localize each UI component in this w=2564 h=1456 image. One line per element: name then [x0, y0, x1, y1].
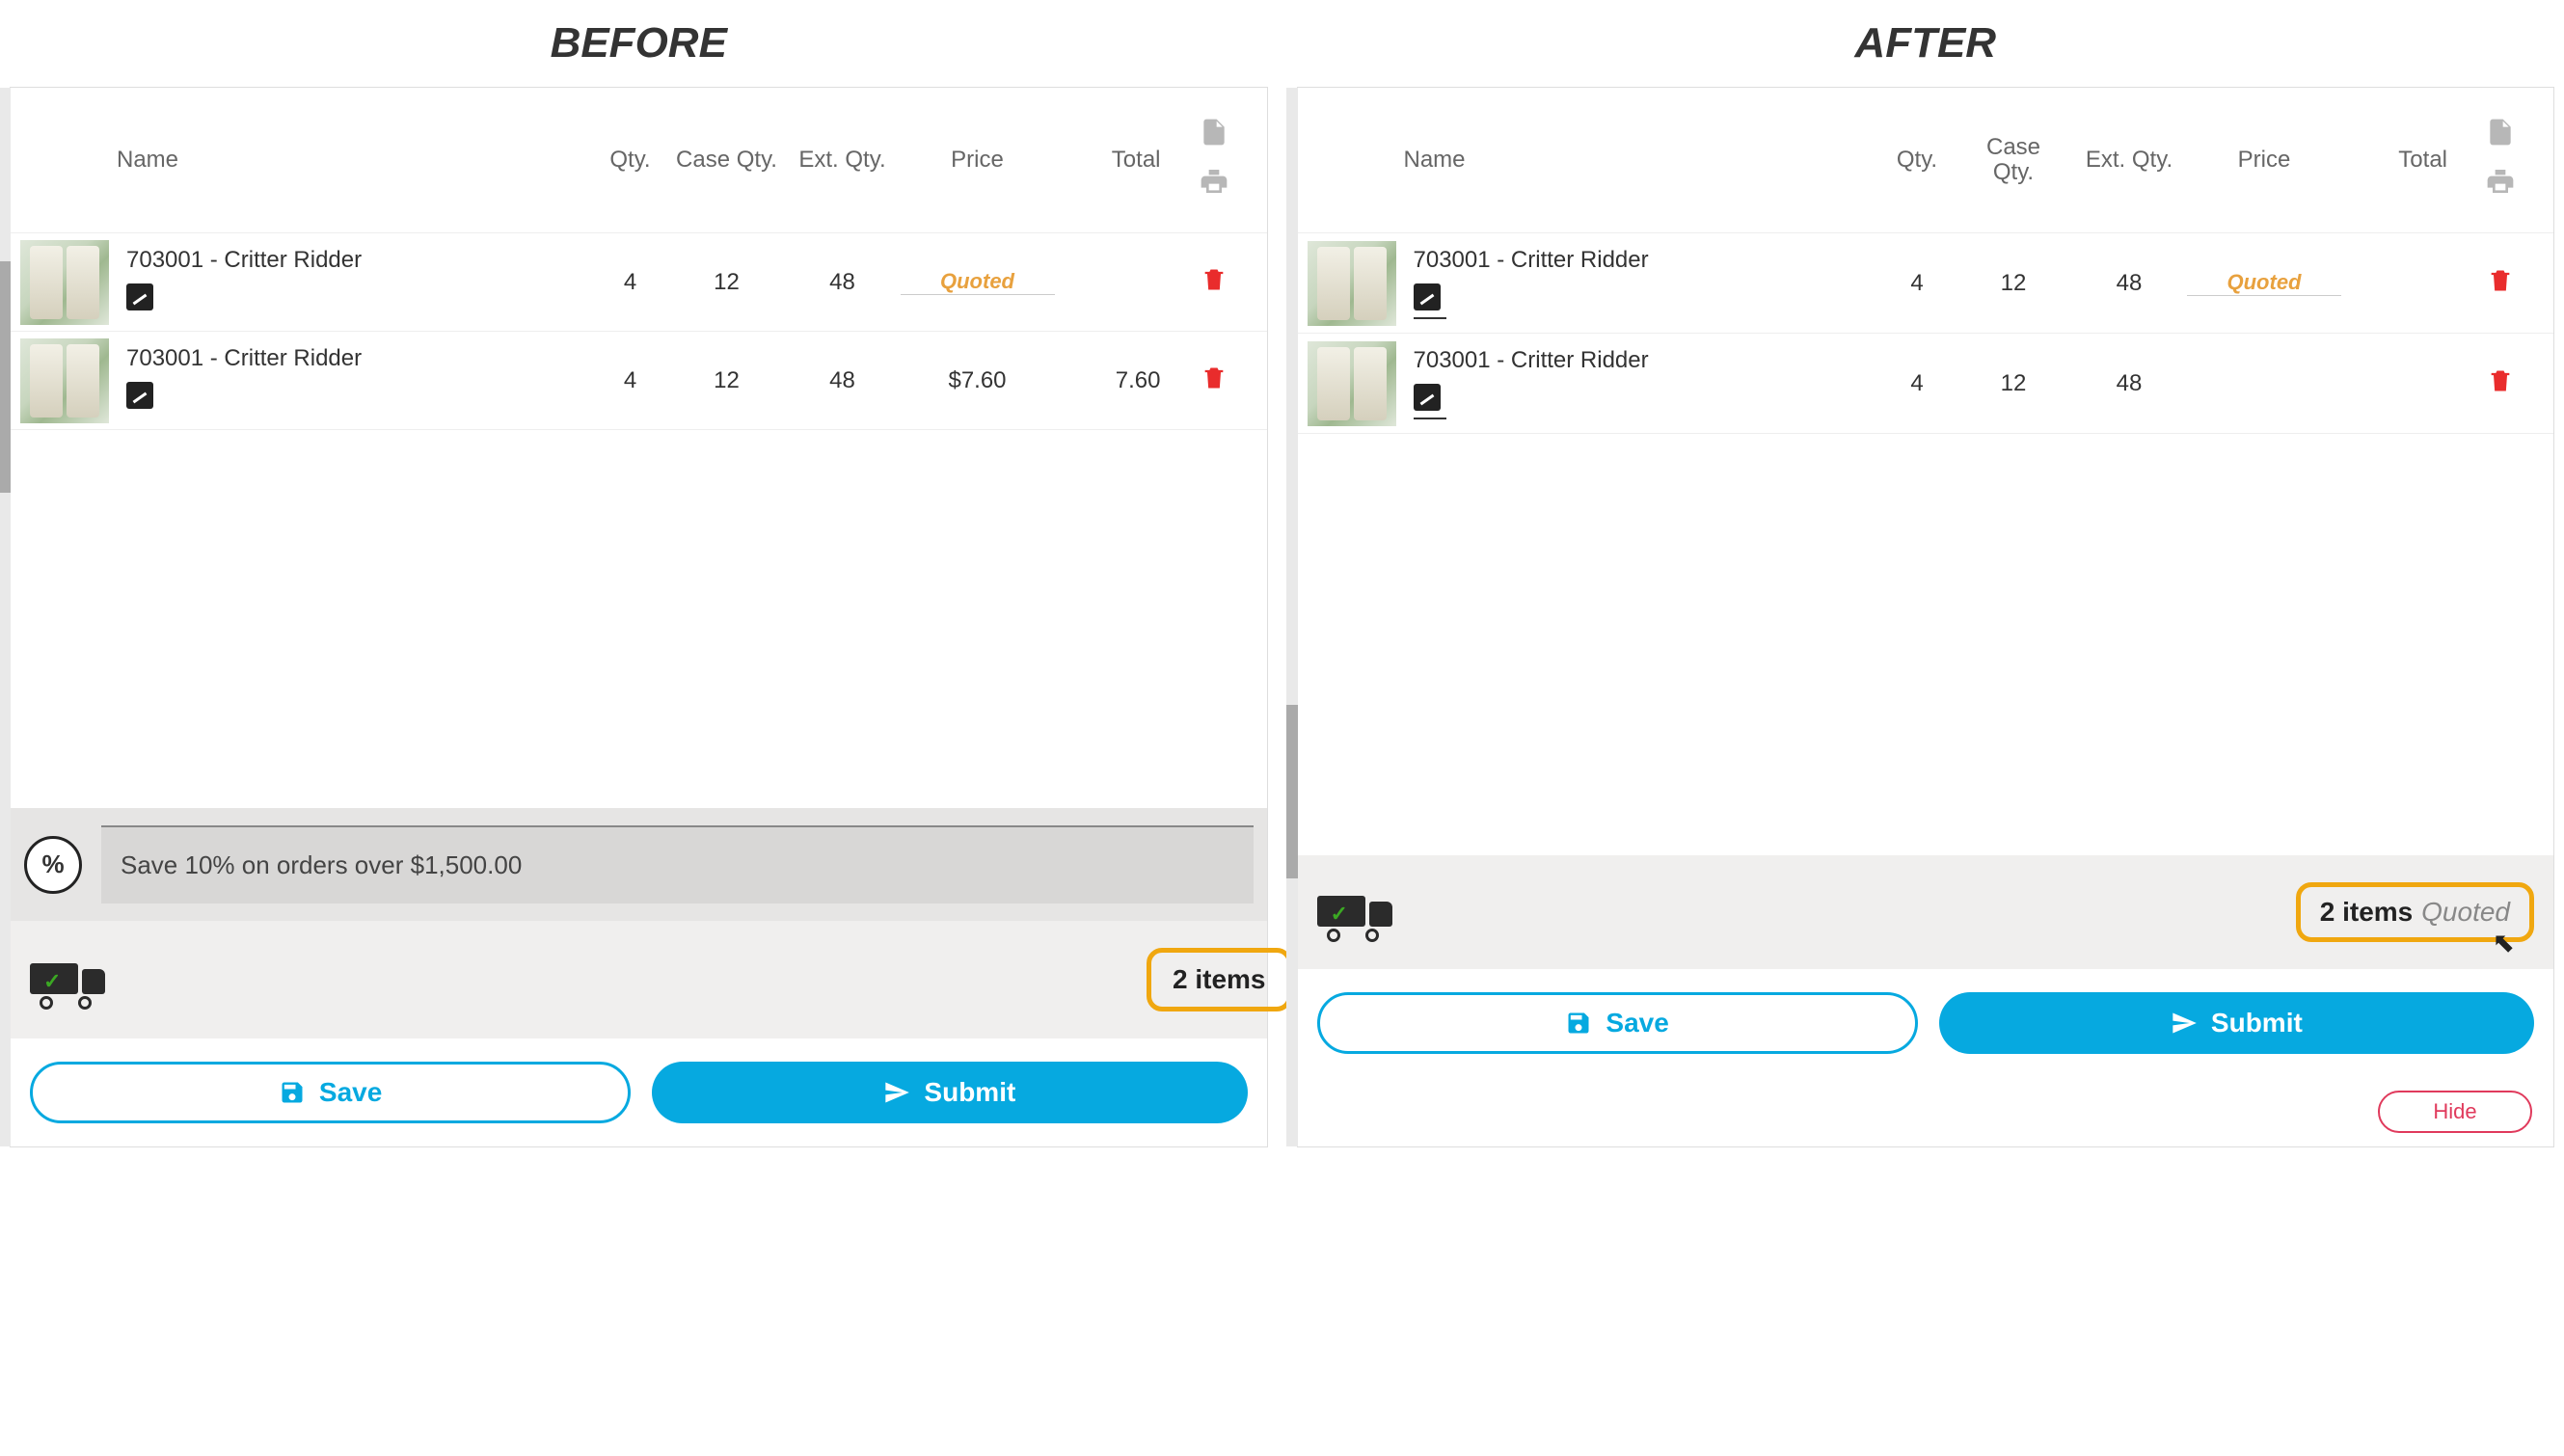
- submit-button[interactable]: Submit: [1939, 992, 2534, 1054]
- items-count-highlight: 2 items: [1147, 948, 1292, 1011]
- edit-icon[interactable]: [126, 382, 153, 409]
- row-extqty: 48: [785, 367, 901, 394]
- footer-zone: ✓ 2 items Quoted ⬉ Save Submit: [1298, 855, 2554, 1146]
- table-row: 703001 - Critter Ridder 4 12 48 Quoted: [1298, 233, 2554, 334]
- delete-icon[interactable]: [2457, 267, 2544, 299]
- delete-icon[interactable]: [1171, 364, 1257, 396]
- row-name: 703001 - Critter Ridder: [126, 345, 582, 372]
- submit-button[interactable]: Submit: [652, 1062, 1247, 1123]
- col-caseqty: Case Qty.: [669, 147, 785, 174]
- scrollbar[interactable]: [0, 88, 11, 1146]
- col-qty: Qty.: [592, 147, 669, 174]
- row-caseqty: 12: [1956, 370, 2071, 397]
- col-name: Name: [117, 147, 592, 174]
- row-extqty: 48: [785, 269, 901, 296]
- col-total: Total: [1055, 147, 1171, 174]
- row-qty: 4: [1878, 270, 1956, 297]
- items-count: 2 items: [1173, 964, 1266, 994]
- save-button[interactable]: Save: [1317, 992, 1918, 1054]
- promo-text: Save 10% on orders over $1,500.00: [101, 825, 1254, 903]
- promo-bar: % Save 10% on orders over $1,500.00: [11, 808, 1267, 921]
- row-qty: 4: [592, 367, 669, 394]
- truck-check-icon: ✓: [30, 957, 105, 1002]
- after-heading: AFTER: [1297, 19, 2555, 67]
- after-box: Name Qty. CaseQty. Ext. Qty. Price Total…: [1297, 87, 2555, 1147]
- col-price: Price: [901, 147, 1055, 174]
- items-count-highlight: 2 items Quoted: [2296, 882, 2534, 942]
- delete-icon[interactable]: [2457, 367, 2544, 399]
- row-extqty: 48: [2071, 270, 2187, 297]
- row-extqty: 48: [2071, 370, 2187, 397]
- before-panel: BEFORE Name Qty. Case Qty. Ext. Qty. Pri…: [10, 0, 1268, 1147]
- col-price: Price: [2187, 147, 2341, 174]
- col-total: Total: [2341, 147, 2457, 174]
- row-caseqty: 12: [669, 367, 785, 394]
- document-icon[interactable]: [2485, 117, 2516, 154]
- action-buttons: Save Submit: [11, 1038, 1267, 1146]
- edit-icon[interactable]: [1414, 283, 1441, 310]
- product-thumbnail[interactable]: [1308, 241, 1396, 326]
- row-price: $7.60: [901, 367, 1055, 394]
- product-thumbnail[interactable]: [1308, 341, 1396, 426]
- row-qty: 4: [1878, 370, 1956, 397]
- row-name: 703001 - Critter Ridder: [1414, 347, 1870, 374]
- table-header: Name Qty. Case Qty. Ext. Qty. Price Tota…: [11, 88, 1267, 233]
- col-extqty: Ext. Qty.: [785, 147, 901, 174]
- product-thumbnail[interactable]: [20, 240, 109, 325]
- edit-icon[interactable]: [126, 283, 153, 310]
- hide-button[interactable]: Hide: [2378, 1091, 2532, 1133]
- row-name: 703001 - Critter Ridder: [126, 247, 582, 274]
- scrollbar[interactable]: [1286, 88, 1298, 1146]
- hide-row: Hide: [1298, 1077, 2554, 1146]
- table-row: 703001 - Critter Ridder 4 12 48: [1298, 334, 2554, 434]
- edit-icon[interactable]: [1414, 384, 1441, 411]
- after-panel: AFTER Name Qty. CaseQty. Ext. Qty. Price…: [1297, 0, 2555, 1147]
- printer-icon[interactable]: [2485, 166, 2516, 203]
- shipping-bar: ✓ 2 items Quoted ⬉: [1298, 855, 2554, 969]
- row-name: 703001 - Critter Ridder: [1414, 247, 1870, 274]
- row-caseqty: 12: [669, 269, 785, 296]
- before-box: Name Qty. Case Qty. Ext. Qty. Price Tota…: [10, 87, 1268, 1147]
- table-row: 703001 - Critter Ridder 4 12 48 $7.60 7.…: [11, 332, 1267, 430]
- product-thumbnail[interactable]: [20, 338, 109, 423]
- col-qty: Qty.: [1878, 147, 1956, 174]
- save-button[interactable]: Save: [30, 1062, 631, 1123]
- row-caseqty: 12: [1956, 270, 2071, 297]
- footer-zone: % Save 10% on orders over $1,500.00 ✓ 2 …: [11, 808, 1267, 1146]
- col-extqty: Ext. Qty.: [2071, 147, 2187, 174]
- col-name: Name: [1404, 147, 1879, 174]
- before-heading: BEFORE: [10, 19, 1268, 67]
- shipping-bar: ✓ 2 items: [11, 921, 1267, 1038]
- percent-icon: %: [24, 836, 82, 894]
- row-qty: 4: [592, 269, 669, 296]
- printer-icon[interactable]: [1199, 166, 1229, 203]
- document-icon[interactable]: [1199, 117, 1229, 154]
- row-total: 7.60: [1055, 367, 1171, 394]
- row-price-quoted: Quoted: [901, 269, 1055, 295]
- truck-check-icon: ✓: [1317, 890, 1392, 934]
- row-price-quoted: Quoted: [2187, 270, 2341, 296]
- action-buttons: Save Submit: [1298, 969, 2554, 1077]
- items-count: 2 items: [2320, 897, 2414, 927]
- table-row: 703001 - Critter Ridder 4 12 48 Quoted: [11, 233, 1267, 332]
- delete-icon[interactable]: [1171, 266, 1257, 298]
- col-caseqty: CaseQty.: [1956, 135, 2071, 186]
- table-header: Name Qty. CaseQty. Ext. Qty. Price Total: [1298, 88, 2554, 233]
- summary-status: Quoted: [2421, 897, 2510, 927]
